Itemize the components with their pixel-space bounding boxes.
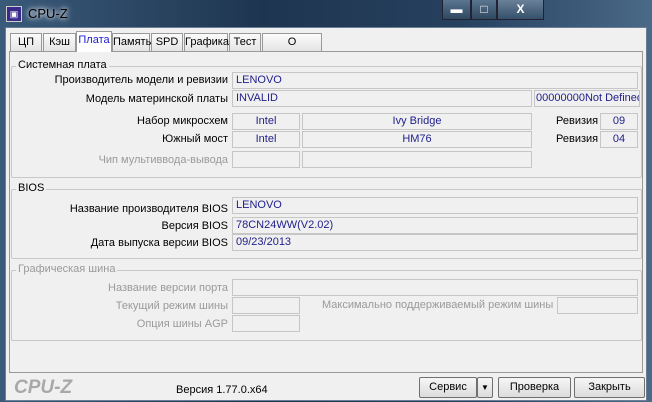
- close-button[interactable]: Закрыть: [574, 377, 645, 398]
- graphic-version-field: [232, 279, 638, 296]
- link-width-field: [232, 297, 300, 314]
- chipset-name-field: Ivy Bridge: [302, 113, 532, 130]
- sideband-label: Опция шины AGP: [136, 318, 228, 330]
- tab-memory[interactable]: Память: [112, 33, 151, 52]
- southbridge-name-field: HM76: [302, 131, 532, 148]
- bios-brand-field: LENOVO: [232, 197, 638, 214]
- graphic-group-title: Графическая шина: [16, 263, 118, 275]
- tools-dropdown-button[interactable]: ▼: [477, 377, 493, 398]
- chevron-down-icon: ▼: [481, 383, 489, 392]
- model-label: Модель материнской платы: [85, 93, 228, 105]
- minimize-button[interactable]: ▬: [442, 0, 471, 20]
- southbridge-label: Южный мост: [162, 133, 228, 145]
- max-supported-label: Максимально поддерживаемый режим шины: [322, 299, 554, 311]
- bios-version-field: 78CN24WW(V2.02): [232, 217, 638, 234]
- sideband-field: [232, 315, 300, 332]
- app-icon: ▣: [6, 6, 22, 22]
- bios-brand-label: Название производителя BIOS: [69, 203, 228, 215]
- chipset-label: Набор микросхем: [137, 115, 228, 127]
- model-field: INVALID: [232, 90, 532, 107]
- manufacturer-label: Производитель модели и ревизии: [54, 74, 228, 86]
- lpcio-name-field: [302, 151, 532, 168]
- tab-spd[interactable]: SPD: [151, 33, 183, 52]
- tab-cache[interactable]: Кэш: [43, 33, 76, 52]
- window-title: CPU-Z: [28, 6, 68, 21]
- tools-button[interactable]: Сервис: [419, 377, 477, 398]
- tab-cpu[interactable]: ЦП: [10, 33, 42, 52]
- link-width-label: Текущий режим шины: [115, 300, 228, 312]
- chipset-vendor-field: Intel: [232, 113, 300, 130]
- version-text: Версия 1.77.0.x64: [176, 384, 268, 396]
- lpcio-vendor-field: [232, 151, 300, 168]
- bios-group-title: BIOS: [16, 182, 47, 194]
- bios-date-field: 09/23/2013: [232, 234, 638, 251]
- manufacturer-field: LENOVO: [232, 72, 638, 89]
- southbridge-vendor-field: Intel: [232, 131, 300, 148]
- tab-mainboard[interactable]: Плата: [76, 31, 112, 52]
- tab-graphics[interactable]: Графика: [184, 33, 229, 52]
- max-supported-field: [557, 297, 638, 314]
- lpcio-label: Чип мультиввода-вывода: [98, 154, 228, 166]
- southbridge-revision-field: 04: [600, 131, 638, 148]
- model-extra-field: 00000000Not Defined: [534, 90, 640, 107]
- chipset-revision-label: Ревизия: [556, 115, 599, 127]
- validate-button[interactable]: Проверка: [498, 377, 571, 398]
- close-window-button[interactable]: X: [497, 0, 544, 20]
- graphic-version-label: Название версии порта: [108, 282, 228, 294]
- maximize-button[interactable]: □: [471, 0, 497, 20]
- southbridge-revision-label: Ревизия: [556, 133, 599, 145]
- bios-version-label: Версия BIOS: [161, 220, 228, 232]
- tab-about[interactable]: О программе: [262, 33, 322, 65]
- motherboard-group-title: Системная плата: [16, 59, 109, 71]
- cpuz-logo: CPU-Z: [14, 377, 73, 398]
- bios-date-label: Дата выпуска версии BIOS: [90, 237, 228, 249]
- tab-bench[interactable]: Тест: [229, 33, 261, 52]
- chipset-revision-field: 09: [600, 113, 638, 130]
